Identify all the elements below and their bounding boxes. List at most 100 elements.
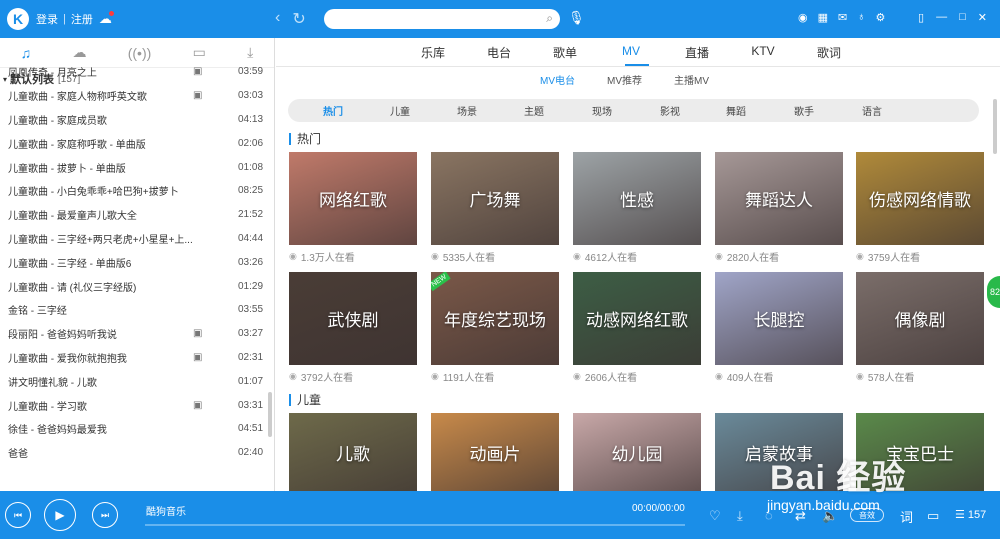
tab-1[interactable]: 电台	[466, 44, 532, 61]
floating-badge[interactable]: 82	[987, 276, 1000, 308]
category-3[interactable]: 主题	[524, 103, 544, 118]
sidebar-scrollbar[interactable]	[268, 392, 272, 437]
mv-card[interactable]: 网络红歌 ◉ 1.3万人在看	[289, 152, 417, 265]
mv-card[interactable]: 长腿控 ◉ 409人在看	[715, 272, 843, 385]
song-row[interactable]: 段丽阳 - 爸爸妈妈听我说 ▣ 03:27	[0, 322, 268, 346]
close-icon[interactable]: ✕	[978, 11, 987, 24]
mv-card[interactable]: 动画片	[431, 413, 559, 491]
mv-card[interactable]: 动感网络红歌 ◉ 2606人在看	[573, 272, 701, 385]
music-icon[interactable]: ♫	[21, 45, 32, 61]
mv-thumbnail[interactable]: 动画片	[431, 413, 559, 491]
category-0[interactable]: 热门	[323, 103, 343, 118]
mv-thumbnail[interactable]: 网络红歌	[289, 152, 417, 245]
maximize-icon[interactable]: □	[959, 11, 966, 24]
minimize-icon[interactable]: —	[936, 11, 947, 24]
mv-thumbnail[interactable]: 伤感网络情歌	[856, 152, 984, 245]
login-link[interactable]: 登录	[36, 11, 58, 27]
category-5[interactable]: 影视	[660, 103, 680, 118]
gear-icon[interactable]: ⚙	[875, 11, 885, 24]
category-8[interactable]: 语言	[862, 103, 882, 118]
shirt-icon[interactable]: ♁	[857, 11, 865, 24]
tab-3[interactable]: MV	[598, 44, 664, 61]
song-row[interactable]: 讲文明懂礼貌 - 儿歌 01:07	[0, 369, 268, 393]
play-icon[interactable]: ▶	[44, 499, 76, 531]
like-icon[interactable]: ♡	[709, 508, 721, 524]
mv-icon[interactable]: ▣	[193, 400, 202, 411]
song-row[interactable]: 儿童歌曲 - 三字经+两只老虎+小星星+上... 04:44	[0, 227, 268, 251]
song-row[interactable]: 徐佳 - 爸爸妈妈最爱我 04:51	[0, 417, 268, 441]
search-icon[interactable]: ⌕	[546, 11, 553, 26]
song-row[interactable]: 儿童歌曲 - 爱我你就抱抱我 ▣ 02:31	[0, 346, 268, 370]
back-icon[interactable]: ‹	[275, 9, 280, 29]
mv-icon[interactable]: ▣	[193, 66, 202, 77]
mv-card[interactable]: 广场舞 ◉ 5335人在看	[431, 152, 559, 265]
mv-thumbnail[interactable]: NEW 年度综艺现场	[431, 272, 559, 365]
subtab-0[interactable]: MV电台	[540, 72, 575, 87]
mv-thumbnail[interactable]: 动感网络红歌	[573, 272, 701, 365]
mv-thumbnail[interactable]: 武侠剧	[289, 272, 417, 365]
mv-thumbnail[interactable]: 幼儿园	[573, 413, 701, 491]
song-row[interactable]: 儿童歌曲 - 家庭称呼歌 - 单曲版 02:06	[0, 131, 268, 155]
next-icon[interactable]: ⏭	[92, 502, 118, 528]
mv-thumbnail[interactable]: 性感	[573, 152, 701, 245]
mv-thumbnail[interactable]: 舞蹈达人	[715, 152, 843, 245]
category-4[interactable]: 现场	[592, 103, 612, 118]
tab-6[interactable]: 歌词	[796, 44, 862, 61]
mv-card[interactable]: 偶像剧 ◉ 578人在看	[856, 272, 984, 385]
mv-thumbnail[interactable]: 长腿控	[715, 272, 843, 365]
lyric-button[interactable]: 词	[900, 507, 913, 526]
device-icon[interactable]: ▭	[193, 44, 206, 61]
mic-icon[interactable]: 🎙	[568, 10, 585, 26]
mv-thumbnail[interactable]: 广场舞	[431, 152, 559, 245]
cloud-icon[interactable]: ☁	[99, 11, 114, 27]
song-row[interactable]: 儿童歌曲 - 最爱童声儿歌大全 21:52	[0, 203, 268, 227]
song-row[interactable]: 儿童歌曲 - 学习歌 ▣ 03:31	[0, 393, 268, 417]
category-6[interactable]: 舞蹈	[726, 103, 746, 118]
tab-4[interactable]: 直播	[664, 44, 730, 61]
category-2[interactable]: 场景	[457, 103, 477, 118]
prev-icon[interactable]: ⏮	[5, 502, 31, 528]
search-input[interactable]: ⌕	[324, 9, 560, 29]
mv-card[interactable]: 性感 ◉ 4612人在看	[573, 152, 701, 265]
song-row[interactable]: 儿童歌曲 - 家庭成员歌 04:13	[0, 108, 268, 132]
mv-card[interactable]: NEW 年度综艺现场 ◉ 1191人在看	[431, 272, 559, 385]
song-row[interactable]: 凤凰传奇 - 月亮之上 ▣ 03:59	[0, 60, 268, 84]
download-icon[interactable]: ⤓	[247, 44, 253, 61]
mv-thumbnail[interactable]: 偶像剧	[856, 272, 984, 365]
tab-5[interactable]: KTV	[730, 44, 796, 61]
mv-thumbnail[interactable]: 儿歌	[289, 413, 417, 491]
progress-bar[interactable]	[145, 524, 685, 526]
playlist-button[interactable]: ☰ 157	[955, 508, 986, 521]
song-row[interactable]: 爸爸 02:40	[0, 441, 268, 465]
subtab-2[interactable]: 主播MV	[674, 72, 709, 87]
mail-icon[interactable]: ✉	[838, 11, 847, 24]
mv-card[interactable]: 舞蹈达人 ◉ 2820人在看	[715, 152, 843, 265]
radio-icon[interactable]: ((•))	[128, 45, 152, 61]
mv-icon[interactable]: ▣	[193, 90, 202, 101]
song-row[interactable]: 儿童歌曲 - 家庭人物称呼英文歌 ▣ 03:03	[0, 84, 268, 108]
mv-card[interactable]: 伤感网络情歌 ◉ 3759人在看	[856, 152, 984, 265]
category-7[interactable]: 歌手	[794, 103, 814, 118]
kugou-logo[interactable]: K	[7, 8, 29, 30]
song-row[interactable]: 儿童歌曲 - 请 (礼仪三字经版) 01:29	[0, 274, 268, 298]
subtab-1[interactable]: MV推荐	[607, 72, 642, 87]
tab-2[interactable]: 歌单	[532, 44, 598, 61]
category-1[interactable]: 儿童	[390, 103, 410, 118]
song-row[interactable]: 金铭 - 三字经 03:55	[0, 298, 268, 322]
main-scrollbar[interactable]	[993, 99, 997, 154]
song-row[interactable]: 儿童歌曲 - 拔萝卜 - 单曲版 01:08	[0, 155, 268, 179]
mv-card[interactable]: 武侠剧 ◉ 3792人在看	[289, 272, 417, 385]
mini-mode-icon[interactable]: ▯	[918, 11, 924, 24]
tab-0[interactable]: 乐库	[400, 44, 466, 61]
radio-icon[interactable]: ◉	[798, 11, 808, 24]
register-link[interactable]: 注册	[71, 11, 93, 27]
song-row[interactable]: 儿童歌曲 - 小白兔乖乖+哈巴狗+拔萝卜 08:25	[0, 179, 268, 203]
comment-icon[interactable]: ▭	[927, 508, 939, 524]
mv-icon[interactable]: ▣	[193, 328, 202, 339]
refresh-icon[interactable]: ↻	[292, 9, 305, 29]
download-icon[interactable]: ⤓	[737, 508, 743, 524]
mv-card[interactable]: 儿歌	[289, 413, 417, 491]
cloud-icon[interactable]: ☁	[72, 44, 86, 61]
song-row[interactable]: 儿童歌曲 - 三字经 - 单曲版6 03:26	[0, 250, 268, 274]
mv-card[interactable]: 幼儿园	[573, 413, 701, 491]
